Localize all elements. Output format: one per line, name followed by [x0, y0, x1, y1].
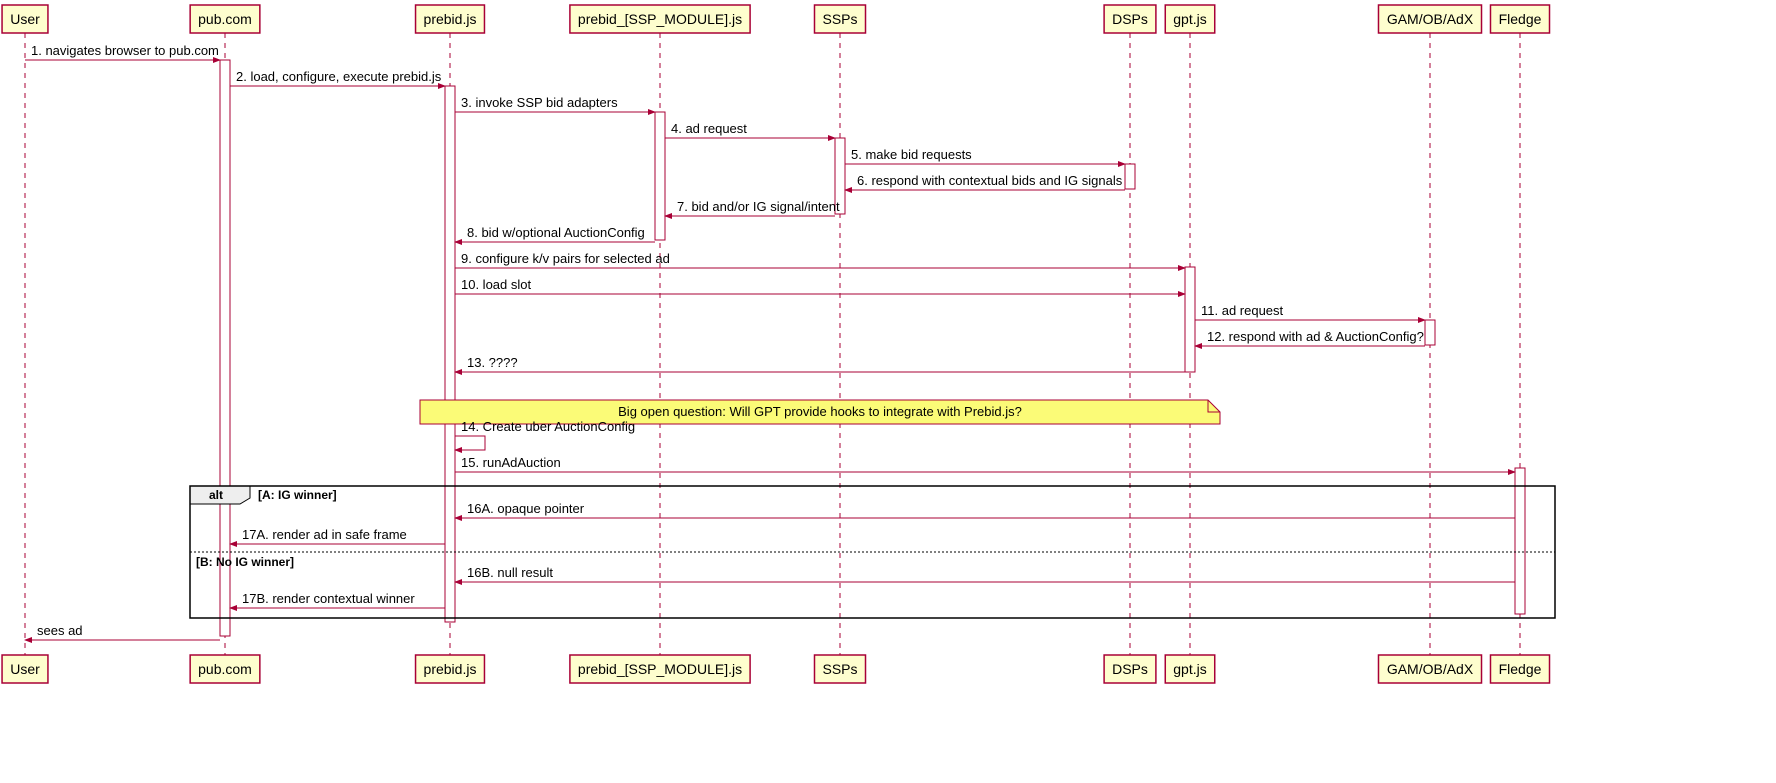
msg-label: 16A. opaque pointer — [467, 501, 585, 516]
msg-arrow — [455, 436, 485, 450]
participant-gpt: gpt.js — [1165, 5, 1214, 33]
participant-label: gpt.js — [1173, 11, 1206, 27]
participant-label: prebid_[SSP_MODULE].js — [578, 11, 742, 27]
activation-module — [655, 112, 665, 240]
msg-label: 5. make bid requests — [851, 147, 972, 162]
msg-label: 14. Create uber AuctionConfig — [461, 419, 635, 434]
participant-fledge: Fledge — [1490, 655, 1549, 683]
participant-label: pub.com — [198, 661, 252, 677]
participant-label: Fledge — [1499, 11, 1542, 27]
participant-label: prebid.js — [424, 11, 477, 27]
participant-label: DSPs — [1112, 661, 1148, 677]
activation-gpt — [1185, 267, 1195, 372]
participant-prebid: prebid.js — [416, 655, 485, 683]
msg-label: 10. load slot — [461, 277, 531, 292]
participant-label: User — [10, 661, 40, 677]
participant-gam: GAM/OB/AdX — [1378, 655, 1481, 683]
participant-pub: pub.com — [190, 5, 260, 33]
participant-label: GAM/OB/AdX — [1387, 661, 1474, 677]
activation-dsps — [1125, 164, 1135, 189]
participant-label: GAM/OB/AdX — [1387, 11, 1474, 27]
participant-prebid: prebid.js — [416, 5, 485, 33]
msg-label: 7. bid and/or IG signal/intent — [677, 199, 840, 214]
participant-label: gpt.js — [1173, 661, 1206, 677]
participant-label: SSPs — [822, 661, 857, 677]
msg-label: 13. ???? — [467, 355, 518, 370]
participant-label: prebid.js — [424, 661, 477, 677]
participant-dsps: DSPs — [1104, 655, 1156, 683]
participant-module: prebid_[SSP_MODULE].js — [570, 5, 750, 33]
participant-label: SSPs — [822, 11, 857, 27]
participant-user: User — [2, 5, 48, 33]
participant-label: pub.com — [198, 11, 252, 27]
msg-label: 11. ad request — [1201, 303, 1284, 318]
note-text: Big open question: Will GPT provide hook… — [618, 404, 1022, 419]
msg-label: 9. configure k/v pairs for selected ad — [461, 251, 670, 266]
participant-label: prebid_[SSP_MODULE].js — [578, 661, 742, 677]
activation-pub — [220, 60, 230, 636]
msg-label: 1. navigates browser to pub.com — [31, 43, 219, 58]
msg-label: 17B. render contextual winner — [242, 591, 415, 606]
msg-label: 4. ad request — [671, 121, 747, 136]
participant-fledge: Fledge — [1490, 5, 1549, 33]
msg-label: sees ad — [37, 623, 83, 638]
participant-gam: GAM/OB/AdX — [1378, 5, 1481, 33]
msg-label: 17A. render ad in safe frame — [242, 527, 407, 542]
msg-label: 8. bid w/optional AuctionConfig — [467, 225, 645, 240]
msg-label: 6. respond with contextual bids and IG s… — [857, 173, 1123, 188]
activation-prebid — [445, 86, 455, 622]
participant-ssps: SSPs — [814, 5, 865, 33]
participant-label: DSPs — [1112, 11, 1148, 27]
participant-dsps: DSPs — [1104, 5, 1156, 33]
participant-label: Fledge — [1499, 661, 1542, 677]
participant-pub: pub.com — [190, 655, 260, 683]
participant-module: prebid_[SSP_MODULE].js — [570, 655, 750, 683]
participant-ssps: SSPs — [814, 655, 865, 683]
participant-gpt: gpt.js — [1165, 655, 1214, 683]
activation-gam — [1425, 320, 1435, 345]
alt-label: alt — [209, 488, 223, 502]
msg-label: 12. respond with ad & AuctionConfig? — [1207, 329, 1424, 344]
alt-cond-a: [A: IG winner] — [258, 488, 337, 502]
alt-cond-b: [B: No IG winner] — [196, 555, 294, 569]
msg-label: 15. runAdAuction — [461, 455, 561, 470]
participant-label: User — [10, 11, 40, 27]
msg-label: 2. load, configure, execute prebid.js — [236, 69, 442, 84]
activation-fledge — [1515, 468, 1525, 614]
msg-label: 3. invoke SSP bid adapters — [461, 95, 618, 110]
participant-user: User — [2, 655, 48, 683]
msg-label: 16B. null result — [467, 565, 553, 580]
